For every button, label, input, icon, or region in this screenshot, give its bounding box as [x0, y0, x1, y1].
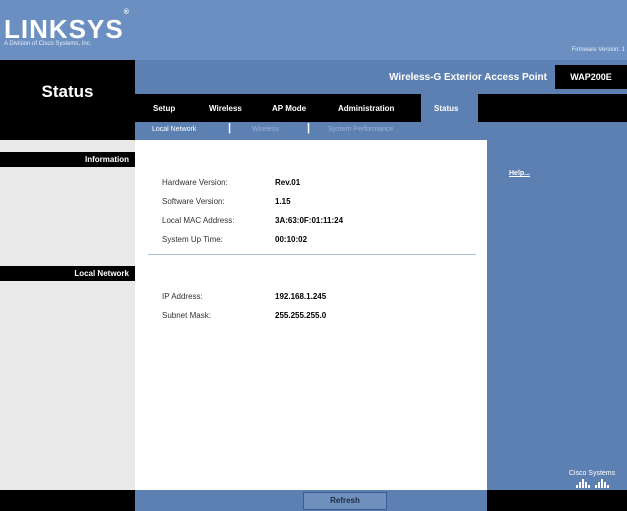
cisco-logo-text: Cisco Systems: [568, 470, 616, 477]
subnet-mask-value: 255.255.255.0: [275, 311, 327, 320]
ip-address-label: IP Address:: [162, 292, 203, 301]
hardware-version-label: Hardware Version:: [162, 178, 228, 187]
mac-address-value: 3A:63:0F:01:11:24: [275, 216, 344, 225]
help-link[interactable]: Help...: [509, 170, 530, 177]
ip-address-value: 192.168.1.245: [275, 292, 327, 301]
footer-left: [0, 490, 135, 511]
subtab-system-performance[interactable]: System Performance: [328, 126, 393, 133]
tab-administration[interactable]: Administration: [338, 104, 394, 113]
section-divider: [148, 254, 476, 255]
cisco-bars-icon: [563, 478, 621, 488]
model-badge: WAP200E: [555, 65, 627, 89]
uptime-value: 00:10:02: [275, 235, 308, 244]
section-local-network: Local Network: [0, 266, 135, 281]
hardware-version-value: Rev.01: [275, 178, 301, 187]
software-version-label: Software Version:: [162, 197, 225, 206]
section-information: Information: [0, 152, 135, 167]
product-name: Wireless-G Exterior Access Point: [389, 72, 547, 83]
product-bar: [135, 60, 627, 94]
page-title: Status: [41, 82, 94, 101]
cisco-systems-logo: Cisco Systems: [563, 470, 621, 492]
subnav-separator: |: [228, 122, 232, 134]
logo-subtitle: A Division of Cisco Systems, Inc.: [4, 41, 92, 47]
tab-wireless[interactable]: Wireless: [209, 104, 242, 113]
tab-status[interactable]: Status: [434, 104, 458, 113]
software-version-value: 1.15: [275, 197, 291, 206]
left-column: [0, 140, 135, 490]
mac-address-label: Local MAC Address:: [162, 216, 235, 225]
uptime-label: System Up Time:: [162, 235, 223, 244]
subnav-separator: |: [307, 122, 311, 134]
subnet-mask-label: Subnet Mask:: [162, 311, 211, 320]
tab-setup[interactable]: Setup: [153, 104, 175, 113]
firmware-version: Firmware Version: 1: [571, 47, 625, 53]
subtab-wireless[interactable]: Wireless: [252, 126, 279, 133]
help-panel: [487, 140, 627, 490]
subtab-local-network[interactable]: Local Network: [152, 126, 196, 133]
refresh-button[interactable]: Refresh: [303, 492, 387, 510]
tab-ap-mode[interactable]: AP Mode: [272, 104, 306, 113]
footer-right: [487, 490, 627, 511]
